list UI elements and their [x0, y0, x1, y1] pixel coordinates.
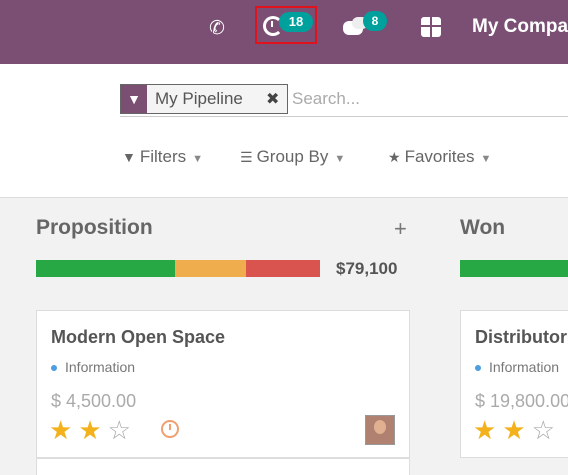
kanban-card[interactable]: Modern Open Space Information $ 4,500.00…: [36, 310, 410, 458]
gift-icon[interactable]: [421, 17, 441, 37]
search-facet[interactable]: ▼ My Pipeline ✖: [120, 84, 288, 114]
facet-remove-icon[interactable]: ✖: [266, 89, 279, 109]
phone-icon[interactable]: ✆: [206, 16, 228, 42]
column-add-button[interactable]: +: [394, 216, 407, 242]
caret-down-icon: ▼: [192, 153, 204, 165]
star-icon: ★: [388, 149, 401, 165]
column-title-proposition: Proposition: [36, 216, 153, 239]
star-filled-icon[interactable]: ★: [78, 415, 101, 445]
company-switcher[interactable]: My Compa: [472, 16, 568, 38]
card-amount: $ 4,500.00: [51, 391, 137, 411]
priority-stars[interactable]: ★ ★ ☆: [473, 417, 561, 443]
progress-segment-planned[interactable]: [460, 260, 568, 277]
star-empty-icon[interactable]: ☆: [532, 415, 555, 445]
star-filled-icon[interactable]: ★: [473, 415, 496, 445]
tag-color-dot: [475, 365, 481, 372]
star-empty-icon[interactable]: ☆: [108, 415, 131, 445]
avatar: [365, 415, 395, 445]
groupby-button[interactable]: ☰ Group By ▼: [240, 147, 345, 167]
column-progress-bar[interactable]: [460, 260, 568, 277]
progress-segment-planned[interactable]: [36, 260, 176, 277]
card-amount: $ 19,800.00: [475, 391, 568, 411]
progress-segment-today[interactable]: [175, 260, 247, 277]
filters-button[interactable]: ▼ Filters ▼: [122, 147, 203, 167]
tag-color-dot: [51, 365, 57, 372]
card-title: Modern Open Space: [51, 327, 226, 347]
search-bar: ▼ My Pipeline ✖: [120, 82, 568, 117]
priority-stars[interactable]: ★ ★ ☆: [49, 417, 137, 443]
card-tag: Information: [475, 359, 559, 375]
funnel-icon: ▼: [122, 149, 136, 165]
kanban-card[interactable]: Distributor Information $ 19,800.00 ★ ★ ☆: [460, 310, 568, 458]
search-input[interactable]: [292, 86, 562, 112]
progress-segment-overdue[interactable]: [246, 260, 320, 277]
facet-label: My Pipeline: [155, 89, 243, 108]
column-total: $79,100: [336, 259, 398, 278]
kanban-card[interactable]: [36, 458, 410, 475]
list-icon: ☰: [240, 149, 253, 165]
star-filled-icon[interactable]: ★: [502, 415, 525, 445]
favorites-button[interactable]: ★ Favorites ▼: [388, 147, 491, 167]
messages-count-badge: 8: [363, 11, 387, 31]
control-panel: ▼ My Pipeline ✖ ▼Filters▼ ☰Group By▼ ★Fa…: [0, 64, 568, 198]
caret-down-icon: ▼: [334, 153, 346, 165]
filter-icon: ▼: [121, 85, 147, 113]
activity-count-badge: 18: [279, 12, 313, 32]
activity-menu-button[interactable]: 18: [255, 6, 317, 44]
activity-clock-icon[interactable]: [161, 420, 179, 438]
column-title-won: Won: [460, 216, 506, 239]
card-tag: Information: [51, 359, 135, 375]
caret-down-icon: ▼: [480, 153, 492, 165]
card-title: Distributor: [475, 327, 567, 347]
star-filled-icon[interactable]: ★: [49, 415, 72, 445]
column-progress-bar[interactable]: [36, 260, 320, 277]
top-navbar: ✆ 18 8 My Compa: [0, 0, 568, 64]
